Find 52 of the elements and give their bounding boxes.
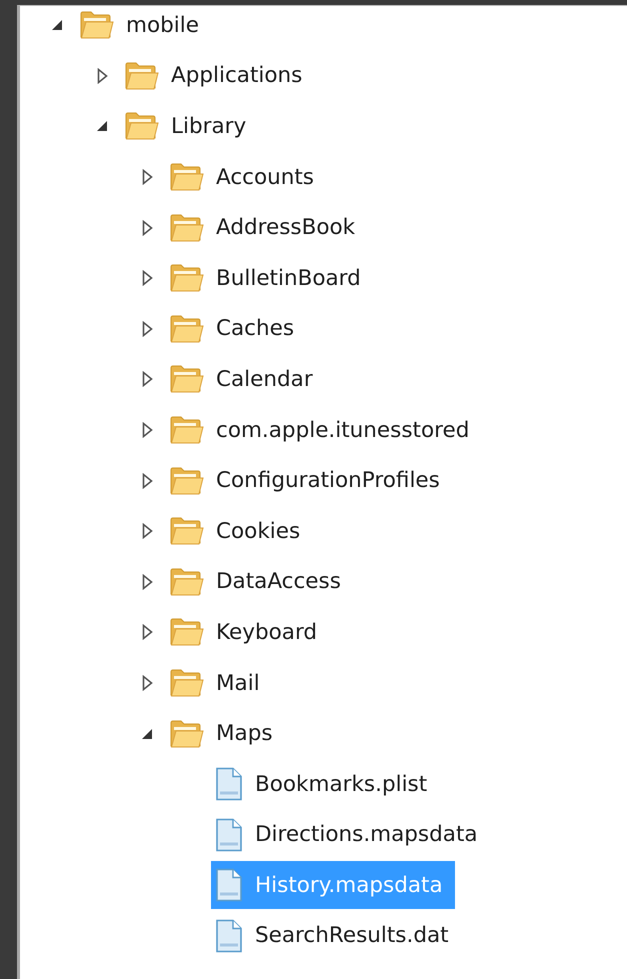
folder-icon: [125, 111, 159, 142]
caret-icon[interactable]: [142, 523, 152, 540]
tree-item[interactable]: BulletinBoard: [166, 254, 373, 302]
tree-item[interactable]: Applications: [121, 52, 314, 100]
folder-icon: [125, 60, 159, 91]
tree-item[interactable]: Mail: [166, 659, 272, 708]
caret-icon[interactable]: [141, 728, 153, 740]
folder-icon: [80, 10, 114, 40]
tree-item[interactable]: AddressBook: [166, 204, 368, 252]
tree-item[interactable]: Library: [121, 102, 258, 150]
tree-item[interactable]: SearchResults.dat: [211, 912, 461, 960]
caret-icon[interactable]: [96, 120, 108, 132]
folder-icon: [170, 668, 204, 698]
tree-item[interactable]: Maps: [166, 710, 285, 758]
tree-item[interactable]: Directions.mapsdata: [211, 810, 490, 859]
folder-icon: [170, 466, 204, 496]
caret-icon[interactable]: [51, 19, 63, 32]
folder-icon: [170, 212, 204, 243]
document-icon: [215, 918, 243, 953]
tree-item[interactable]: Accounts: [166, 153, 326, 202]
folder-icon: [170, 162, 204, 192]
caret-icon[interactable]: [142, 320, 152, 337]
caret-icon[interactable]: [96, 68, 108, 84]
caret-icon[interactable]: [142, 574, 152, 590]
folder-icon: [170, 516, 204, 546]
document-icon: [215, 818, 243, 852]
tree-item[interactable]: Caches: [166, 304, 306, 353]
tree-item[interactable]: ConfigurationProfiles: [166, 456, 452, 505]
folder-icon: [170, 718, 204, 749]
caret-icon[interactable]: [142, 371, 152, 388]
document-icon: [215, 868, 243, 902]
folder-icon: [170, 314, 204, 344]
tree-item[interactable]: com.apple.itunesstored: [166, 406, 482, 454]
folder-icon: [170, 566, 204, 597]
folder-icon: [170, 617, 204, 648]
tree-item[interactable]: mobile: [76, 6, 211, 50]
caret-icon[interactable]: [142, 675, 152, 692]
folder-icon: [170, 263, 204, 294]
folder-icon: [170, 415, 204, 446]
tree-item[interactable]: DataAccess: [166, 558, 353, 606]
tree-item[interactable]: Calendar: [166, 355, 325, 404]
tree-item[interactable]: Bookmarks.plist: [211, 760, 440, 808]
tree-item[interactable]: Cookies: [166, 507, 312, 556]
tree-item[interactable]: Keyboard: [166, 608, 330, 656]
caret-icon[interactable]: [142, 624, 152, 640]
folder-icon: [170, 364, 204, 394]
caret-icon[interactable]: [142, 220, 152, 236]
caret-icon[interactable]: [142, 422, 152, 438]
document-icon: [215, 767, 243, 802]
caret-icon[interactable]: [142, 270, 152, 286]
caret-icon[interactable]: [142, 169, 152, 186]
caret-icon[interactable]: [142, 472, 152, 489]
